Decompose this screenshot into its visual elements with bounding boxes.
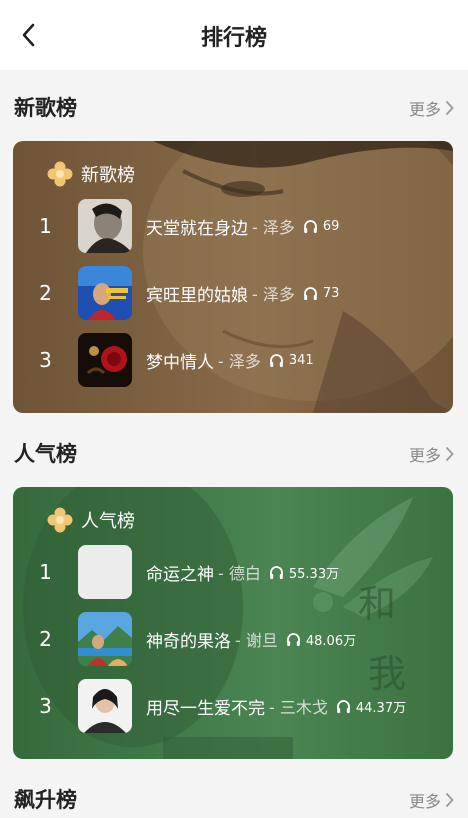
song-row[interactable]: 2 神奇的果洛 - 谢旦 48.06万	[13, 611, 453, 667]
headphones-icon	[286, 632, 301, 647]
page-title: 排行榜	[200, 26, 267, 51]
song-artist: - 谢旦	[235, 631, 278, 650]
rank-number: 2	[39, 281, 52, 305]
song-row[interactable]: 3 梦中情人 - 泽多 341	[13, 332, 453, 388]
song-row[interactable]: 3 用尽一生爱不完 - 三木戈 44.37万	[13, 678, 453, 734]
song-info: 用尽一生爱不完 - 三木戈 44.37万	[146, 694, 406, 719]
song-artist: - 德白	[218, 564, 261, 583]
card-label: 人气榜	[81, 511, 135, 532]
flower-badge-icon	[47, 507, 73, 533]
more-label: 更多	[408, 446, 441, 465]
more-label: 更多	[408, 100, 441, 119]
top-bar: 排行榜	[0, 0, 468, 70]
play-count: 341	[288, 352, 314, 368]
more-link[interactable]: 更多	[409, 442, 454, 466]
headphones-icon	[269, 353, 284, 368]
popular-songs-card[interactable]: 和 我 人气榜 1 命运之神 - 德白 55.33万 2 神奇的果洛 - 谢旦 …	[13, 487, 453, 759]
song-info: 梦中情人 - 泽多 341	[146, 348, 314, 373]
new-songs-card[interactable]: 新歌榜 1 天堂就在身边 - 泽多 69 2 宾旺里的姑娘 - 泽多 73 3 …	[13, 141, 453, 413]
card-header: 人气榜	[47, 507, 135, 533]
rank-number: 2	[39, 627, 52, 651]
song-row[interactable]: 1 命运之神 - 德白 55.33万	[13, 544, 453, 600]
song-title: 命运之神	[146, 564, 214, 585]
song-info: 天堂就在身边 - 泽多 69	[146, 214, 339, 239]
song-title: 宾旺里的姑娘	[146, 285, 248, 306]
section-header-popular: 人气榜 更多	[0, 432, 468, 472]
section-title: 人气榜	[14, 442, 77, 466]
headphones-icon	[269, 565, 284, 580]
song-cover	[78, 266, 132, 320]
play-count: 48.06万	[305, 633, 357, 649]
card-header: 新歌榜	[47, 161, 135, 187]
song-title: 梦中情人	[146, 352, 214, 373]
card-label: 新歌榜	[81, 165, 135, 186]
song-artist: - 泽多	[252, 218, 295, 237]
flower-badge-icon	[47, 161, 73, 187]
rank-number: 1	[39, 560, 52, 584]
song-artist: - 泽多	[252, 285, 295, 304]
headphones-icon	[303, 219, 318, 234]
song-info: 宾旺里的姑娘 - 泽多 73	[146, 281, 339, 306]
section-title: 飙升榜	[14, 788, 77, 812]
rank-number: 3	[39, 348, 52, 372]
song-cover	[78, 199, 132, 253]
chevron-right-icon	[445, 792, 454, 808]
song-row[interactable]: 1 天堂就在身边 - 泽多 69	[13, 198, 453, 254]
rank-number: 3	[39, 694, 52, 718]
section-header-new: 新歌榜 更多	[0, 86, 468, 126]
play-count: 44.37万	[355, 700, 407, 716]
section-title: 新歌榜	[14, 96, 77, 120]
song-artist: - 泽多	[218, 352, 261, 371]
song-title: 神奇的果洛	[146, 631, 231, 652]
play-count: 55.33万	[288, 566, 340, 582]
song-title: 天堂就在身边	[146, 218, 248, 239]
headphones-icon	[303, 286, 318, 301]
song-info: 神奇的果洛 - 谢旦 48.06万	[146, 627, 356, 652]
section-header-rising: 飙升榜 更多	[0, 778, 468, 818]
song-info: 命运之神 - 德白 55.33万	[146, 560, 339, 585]
more-label: 更多	[408, 792, 441, 811]
headphones-icon	[336, 699, 351, 714]
rank-number: 1	[39, 214, 52, 238]
song-cover	[78, 612, 132, 666]
play-count: 73	[322, 285, 340, 301]
song-cover	[78, 679, 132, 733]
more-link[interactable]: 更多	[409, 96, 454, 120]
song-title: 用尽一生爱不完	[146, 698, 265, 719]
play-count: 69	[322, 218, 340, 234]
song-row[interactable]: 2 宾旺里的姑娘 - 泽多 73	[13, 265, 453, 321]
song-artist: - 三木戈	[269, 698, 328, 717]
chevron-right-icon	[445, 446, 454, 462]
song-cover	[78, 333, 132, 387]
more-link[interactable]: 更多	[409, 788, 454, 812]
song-cover-placeholder	[78, 545, 132, 599]
chevron-right-icon	[445, 100, 454, 116]
